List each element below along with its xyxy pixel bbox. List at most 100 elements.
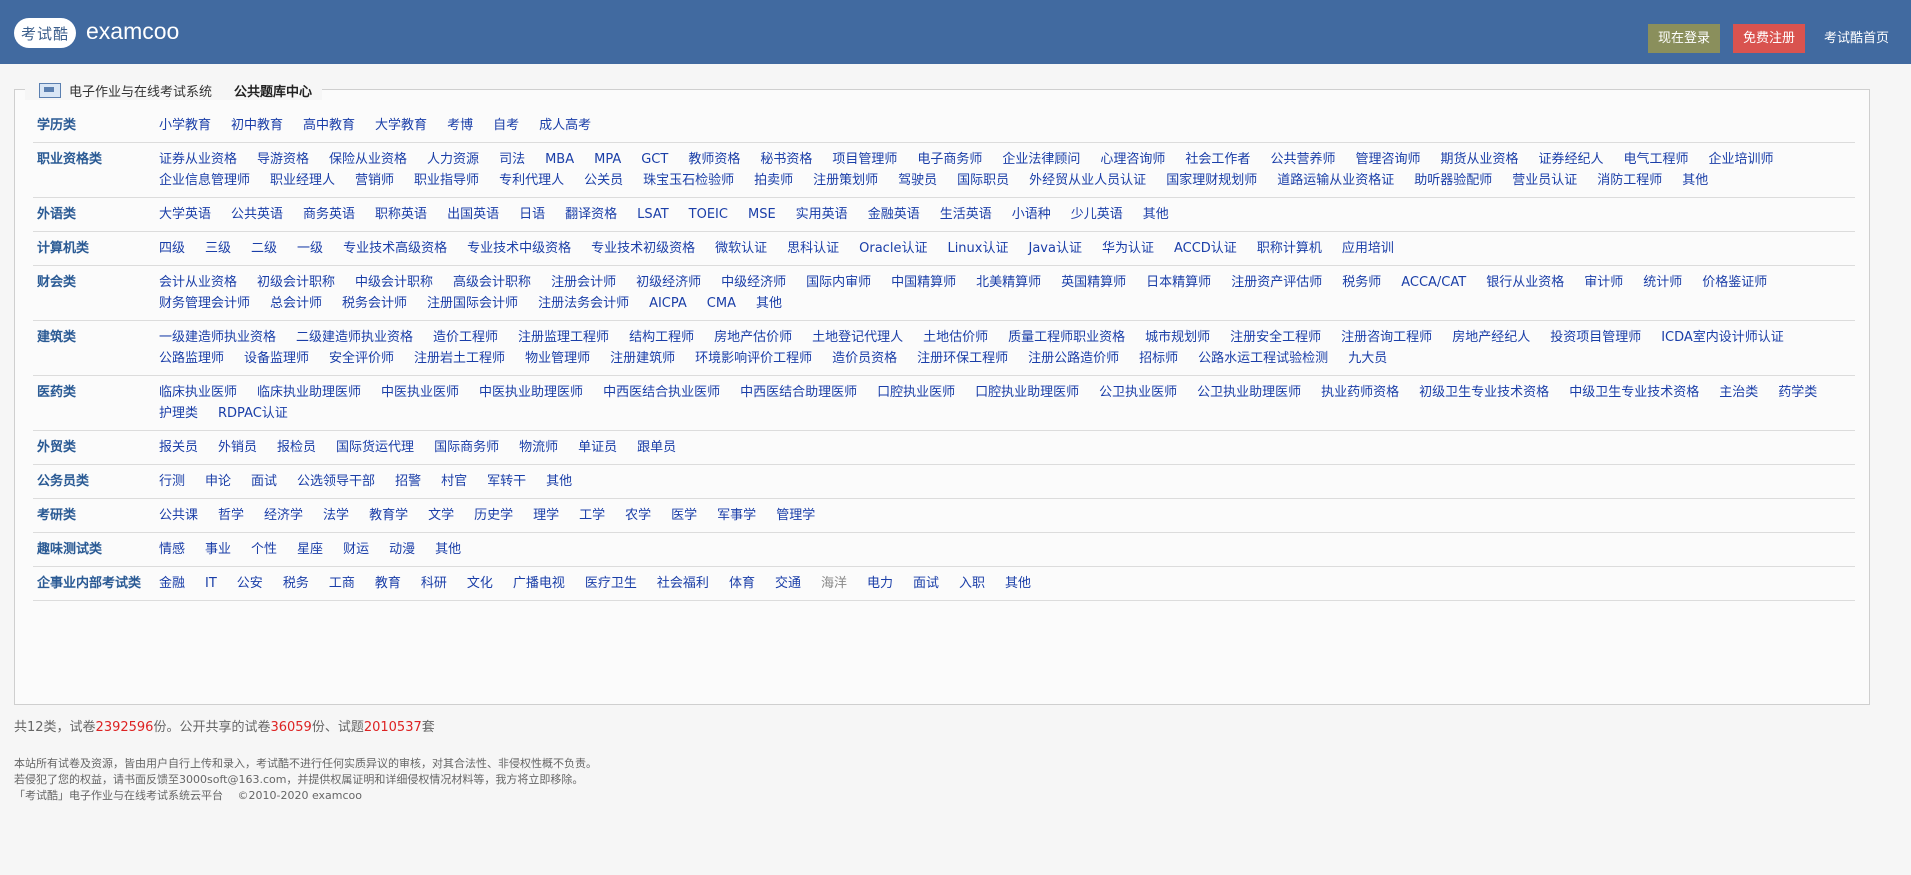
- category-link[interactable]: 电力: [867, 573, 893, 594]
- category-link[interactable]: 北美精算师: [976, 272, 1041, 293]
- category-link[interactable]: 情感: [159, 539, 185, 560]
- category-link[interactable]: 国际货运代理: [336, 437, 414, 458]
- category-link[interactable]: 注册环保工程师: [917, 348, 1008, 369]
- category-link[interactable]: 国际内审师: [806, 272, 871, 293]
- category-link[interactable]: 其他: [756, 293, 782, 314]
- category-link[interactable]: 安全评价师: [329, 348, 394, 369]
- category-link[interactable]: 应用培训: [1342, 238, 1394, 259]
- category-link[interactable]: 护理类: [159, 403, 198, 424]
- category-link[interactable]: 证券从业资格: [159, 149, 237, 170]
- category-link[interactable]: 个性: [251, 539, 277, 560]
- category-link[interactable]: 税务: [283, 573, 309, 594]
- category-link[interactable]: 国际商务师: [434, 437, 499, 458]
- category-link[interactable]: 企业培训师: [1709, 149, 1774, 170]
- category-link[interactable]: 行测: [159, 471, 185, 492]
- category-link[interactable]: 大学教育: [375, 115, 427, 136]
- category-link[interactable]: 驾驶员: [898, 170, 937, 191]
- category-link[interactable]: 报关员: [159, 437, 198, 458]
- category-link[interactable]: 管理学: [776, 505, 815, 526]
- category-link[interactable]: 注册监理工程师: [518, 327, 609, 348]
- category-link[interactable]: 商务英语: [303, 204, 355, 225]
- category-link[interactable]: 道路运输从业资格证: [1277, 170, 1394, 191]
- category-link[interactable]: 一级建造师执业资格: [159, 327, 276, 348]
- category-link[interactable]: 军事学: [717, 505, 756, 526]
- category-link[interactable]: 社会工作者: [1185, 149, 1250, 170]
- category-link[interactable]: ACCA/CAT: [1401, 272, 1466, 293]
- category-link[interactable]: 二级: [251, 238, 277, 259]
- category-link[interactable]: MSE: [748, 204, 776, 225]
- category-link[interactable]: 医疗卫生: [585, 573, 637, 594]
- category-link[interactable]: 自考: [493, 115, 519, 136]
- category-link[interactable]: 一级: [297, 238, 323, 259]
- category-link[interactable]: LSAT: [637, 204, 669, 225]
- category-link[interactable]: 口腔执业助理医师: [975, 382, 1079, 403]
- category-link[interactable]: 其他: [435, 539, 461, 560]
- category-link[interactable]: 金融英语: [868, 204, 920, 225]
- category-link[interactable]: 体育: [729, 573, 755, 594]
- category-link[interactable]: 初级会计职称: [257, 272, 335, 293]
- category-link[interactable]: 其他: [1005, 573, 1031, 594]
- category-link[interactable]: 注册咨询工程师: [1341, 327, 1432, 348]
- category-link[interactable]: 心理咨询师: [1100, 149, 1165, 170]
- category-link[interactable]: IT: [205, 573, 217, 594]
- category-link[interactable]: 助听器验配师: [1414, 170, 1492, 191]
- category-link[interactable]: 国家理财规划师: [1166, 170, 1257, 191]
- category-link[interactable]: 高中教育: [303, 115, 355, 136]
- category-link[interactable]: 中西医结合执业医师: [603, 382, 720, 403]
- category-link[interactable]: 教育学: [369, 505, 408, 526]
- category-link[interactable]: ACCD认证: [1174, 238, 1237, 259]
- examcoo-logo[interactable]: 考试酷: [14, 18, 76, 48]
- category-link[interactable]: 日本精算师: [1146, 272, 1211, 293]
- category-link[interactable]: 工商: [329, 573, 355, 594]
- category-link[interactable]: Java认证: [1028, 238, 1081, 259]
- category-link[interactable]: 星座: [297, 539, 323, 560]
- category-link[interactable]: 企业信息管理师: [159, 170, 250, 191]
- category-link[interactable]: 成人高考: [539, 115, 591, 136]
- category-link[interactable]: 公卫执业助理医师: [1197, 382, 1301, 403]
- category-link[interactable]: 项目管理师: [832, 149, 897, 170]
- category-link[interactable]: 注册策划师: [813, 170, 878, 191]
- category-link[interactable]: 外经贸从业人员认证: [1029, 170, 1146, 191]
- category-link[interactable]: 临床执业医师: [159, 382, 237, 403]
- category-link[interactable]: 单证员: [578, 437, 617, 458]
- category-link[interactable]: 注册国际会计师: [427, 293, 518, 314]
- category-link[interactable]: 专业技术初级资格: [591, 238, 695, 259]
- category-link[interactable]: 营业员认证: [1512, 170, 1577, 191]
- category-link[interactable]: 初中教育: [231, 115, 283, 136]
- category-link[interactable]: 其他: [546, 471, 572, 492]
- category-link[interactable]: Linux认证: [947, 238, 1008, 259]
- category-link[interactable]: 电子商务师: [917, 149, 982, 170]
- category-link[interactable]: 统计师: [1643, 272, 1682, 293]
- category-link[interactable]: 临床执业助理医师: [257, 382, 361, 403]
- category-link[interactable]: 中级经济师: [721, 272, 786, 293]
- category-link[interactable]: 人力资源: [427, 149, 479, 170]
- category-link[interactable]: 土地估价师: [923, 327, 988, 348]
- category-link[interactable]: 法学: [323, 505, 349, 526]
- category-link[interactable]: 公共营养师: [1270, 149, 1335, 170]
- category-link[interactable]: 设备监理师: [244, 348, 309, 369]
- category-link[interactable]: 公共课: [159, 505, 198, 526]
- home-link[interactable]: 考试酷首页: [1824, 24, 1889, 53]
- category-link[interactable]: 环境影响评价工程师: [695, 348, 812, 369]
- category-link[interactable]: 物流师: [519, 437, 558, 458]
- category-link[interactable]: 小语种: [1012, 204, 1051, 225]
- category-link[interactable]: 导游资格: [257, 149, 309, 170]
- category-link[interactable]: 注册法务会计师: [538, 293, 629, 314]
- category-link[interactable]: 金融: [159, 573, 185, 594]
- login-button[interactable]: 现在登录: [1648, 24, 1721, 53]
- category-link[interactable]: 注册岩土工程师: [414, 348, 505, 369]
- category-link[interactable]: 中西医结合助理医师: [740, 382, 857, 403]
- category-link[interactable]: 医学: [671, 505, 697, 526]
- category-link[interactable]: 保险从业资格: [329, 149, 407, 170]
- category-link[interactable]: 质量工程师职业资格: [1008, 327, 1125, 348]
- register-button[interactable]: 免费注册: [1733, 24, 1806, 53]
- category-link[interactable]: 广播电视: [513, 573, 565, 594]
- category-link[interactable]: 理学: [533, 505, 559, 526]
- category-link[interactable]: 文学: [428, 505, 454, 526]
- category-link[interactable]: 历史学: [474, 505, 513, 526]
- category-link[interactable]: 主治类: [1719, 382, 1758, 403]
- category-link[interactable]: 税务师: [1342, 272, 1381, 293]
- category-link[interactable]: 中级会计职称: [355, 272, 433, 293]
- category-link[interactable]: 微软认证: [715, 238, 767, 259]
- category-link[interactable]: 动漫: [389, 539, 415, 560]
